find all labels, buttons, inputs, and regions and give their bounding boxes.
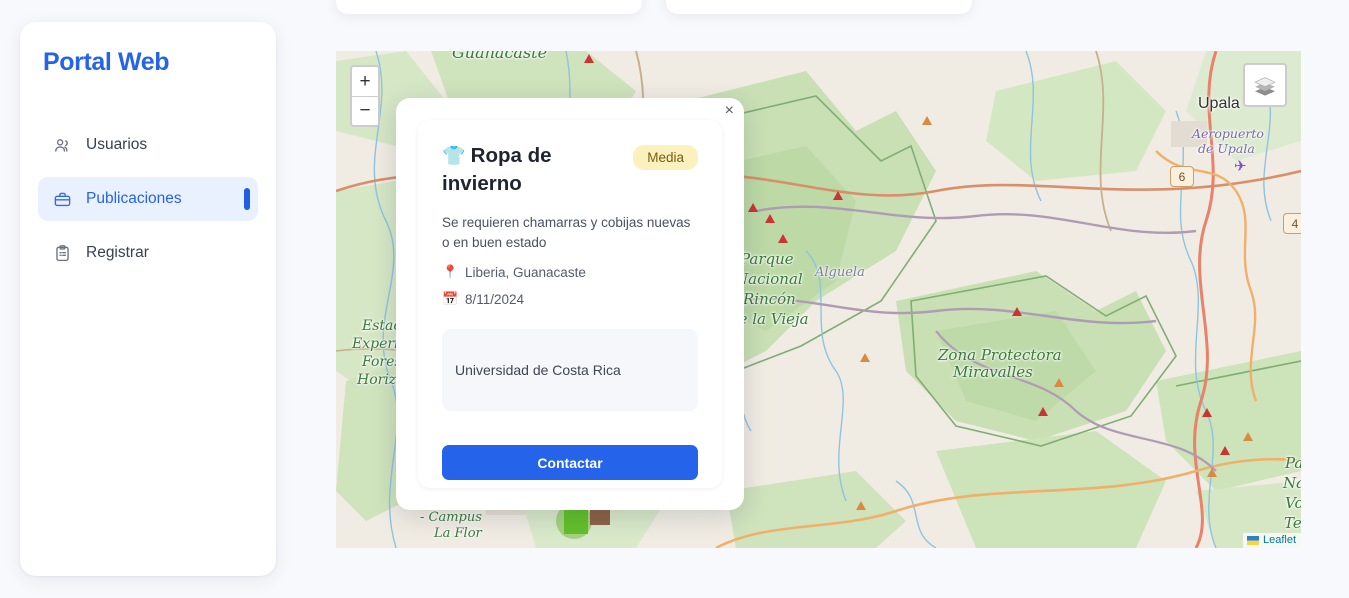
- map-zoom-controls: + −: [350, 65, 380, 127]
- peak-marker: [922, 116, 932, 125]
- zoom-out-button[interactable]: −: [352, 96, 378, 125]
- peak-marker: [1054, 378, 1064, 387]
- publication-card: 👕 Ropa de invierno Media Se requieren cha…: [418, 120, 722, 488]
- peak-marker: [748, 203, 758, 212]
- sidebar-item-label: Usuarios: [86, 136, 148, 153]
- location-pin-icon: 📍: [442, 264, 459, 280]
- leaflet-link[interactable]: Leaflet: [1263, 534, 1296, 546]
- contact-info-box: Universidad de Costa Rica: [442, 329, 698, 412]
- date-row: 📅 8/11/2024: [442, 291, 698, 307]
- close-icon[interactable]: ×: [725, 103, 734, 119]
- peak-marker: [584, 54, 594, 63]
- map-layers-button[interactable]: [1243, 63, 1287, 107]
- sidebar-item-label: Registrar: [86, 244, 149, 261]
- peak-marker: [765, 214, 775, 223]
- priority-badge: Media: [633, 145, 698, 170]
- peak-marker: [1220, 446, 1230, 455]
- briefcase-icon: [52, 190, 72, 209]
- highway-shield: 4: [1283, 213, 1301, 234]
- contact-button[interactable]: Contactar: [442, 445, 698, 481]
- sidebar: Portal Web Usuarios Publicaciones Regist…: [20, 22, 276, 576]
- active-indicator: [244, 188, 250, 210]
- sidebar-item-usuarios[interactable]: Usuarios: [38, 123, 258, 167]
- summary-card-1[interactable]: [336, 0, 642, 14]
- date-text: 8/11/2024: [465, 291, 525, 307]
- zoom-in-button[interactable]: +: [352, 67, 378, 96]
- peak-marker: [860, 353, 870, 362]
- sidebar-nav: Usuarios Publicaciones Registrar: [38, 123, 258, 275]
- peak-marker: [1012, 307, 1022, 316]
- sidebar-item-label: Publicaciones: [86, 190, 182, 207]
- ukraine-flag-icon: [1246, 535, 1259, 545]
- contact-info-text: Universidad de Costa Rica: [455, 362, 621, 379]
- location-row: 📍 Liberia, Guanacaste: [442, 264, 698, 280]
- users-icon: [52, 136, 72, 155]
- app-root: Portal Web Usuarios Publicaciones Regist…: [0, 0, 1349, 598]
- peak-marker: [1038, 407, 1048, 416]
- airport-icon: ✈: [1234, 158, 1247, 175]
- tshirt-icon: 👕: [442, 146, 466, 167]
- layers-icon: [1254, 77, 1276, 96]
- peak-marker: [778, 234, 788, 243]
- clipboard-icon: [52, 244, 72, 263]
- map-attribution[interactable]: Leaflet: [1242, 533, 1301, 548]
- publication-title-wrap: 👕 Ropa de invierno: [442, 142, 617, 199]
- summary-card-2[interactable]: [666, 0, 972, 14]
- sidebar-item-registrar[interactable]: Registrar: [38, 231, 258, 275]
- peak-marker: [833, 191, 843, 200]
- calendar-icon: 📅: [442, 291, 459, 307]
- sidebar-item-publicaciones[interactable]: Publicaciones: [38, 177, 258, 221]
- publication-header: 👕 Ropa de invierno Media: [442, 142, 698, 199]
- peak-marker: [1243, 432, 1253, 441]
- app-brand: Portal Web: [43, 48, 170, 76]
- peak-marker: [1207, 468, 1217, 477]
- location-text: Liberia, Guanacaste: [465, 264, 586, 280]
- highway-shield: 6: [1170, 166, 1194, 187]
- peak-marker: [856, 501, 866, 510]
- peak-marker: [1202, 408, 1212, 417]
- publication-description: Se requieren chamarras y cobijas nuevas …: [442, 214, 691, 250]
- publication-popup: × 👕 Ropa de invierno Media Se requieren c…: [396, 98, 744, 510]
